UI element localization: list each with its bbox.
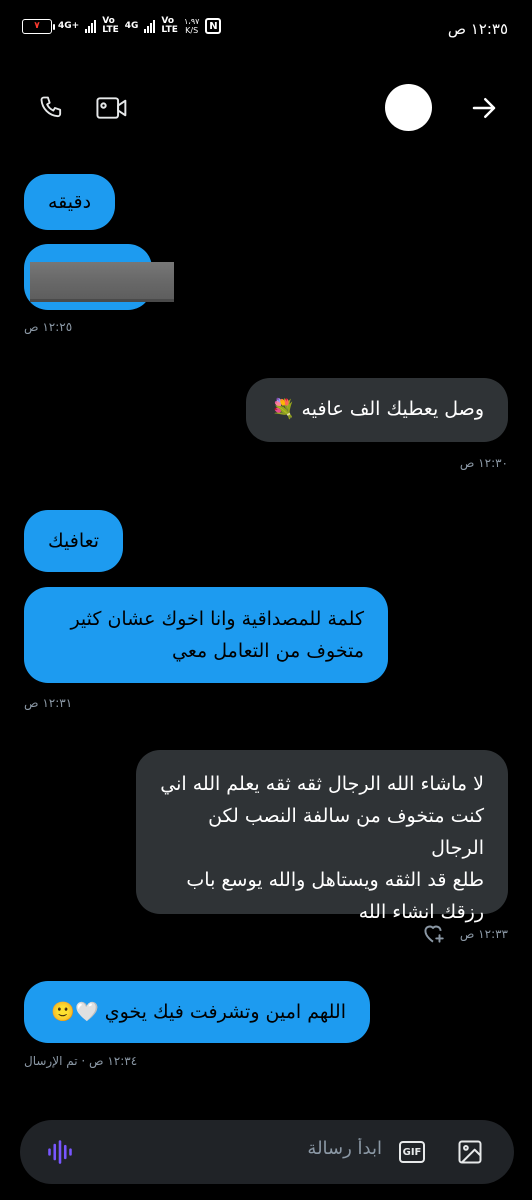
message-timestamp: ١٢:٣٣ ص bbox=[459, 927, 508, 941]
add-reaction-icon[interactable] bbox=[420, 920, 446, 946]
network-4g-plus-indicator: 4G+ bbox=[58, 20, 80, 31]
battery-level: ٧ bbox=[34, 21, 40, 31]
contact-avatar[interactable] bbox=[385, 84, 432, 131]
message-composer: GIF bbox=[20, 1120, 514, 1184]
message-timestamp: ١٢:٣٠ ص bbox=[459, 456, 508, 470]
message-text-line: كلمة للمصداقية وانا اخوك عشان كثير bbox=[70, 608, 364, 630]
network-4g-indicator: 4G bbox=[124, 20, 139, 31]
message-status: ١٢:٣٤ ص · تم الإرسال bbox=[24, 1054, 138, 1068]
volte-indicator-2: Vo LTE bbox=[161, 16, 178, 35]
message-text-line: متخوف من التعامل معي bbox=[172, 640, 364, 662]
status-bar: ٧ 4G+ Vo LTE 4G Vo LTE ١،٩٧ K/S N ١٢:٣٥ … bbox=[0, 0, 532, 58]
message-text-line: طلع قد الثقه ويستاهل والله يوسع باب bbox=[186, 869, 484, 891]
voice-wave-icon[interactable] bbox=[44, 1136, 76, 1168]
message-bubble-received[interactable]: اللهم امين وتشرفت فيك يخوي 🤍🙂 bbox=[24, 981, 370, 1043]
signal-bars-icon bbox=[85, 19, 97, 33]
status-icons: ٧ 4G+ Vo LTE 4G Vo LTE ١،٩٧ K/S N bbox=[22, 16, 222, 35]
network-speed: ١،٩٧ K/S bbox=[183, 17, 200, 35]
redacted-content bbox=[30, 262, 174, 302]
volte-indicator-1: Vo LTE bbox=[102, 16, 119, 35]
image-icon[interactable] bbox=[454, 1136, 486, 1168]
message-timestamp: ١٢:٣١ ص bbox=[24, 696, 73, 710]
phone-icon[interactable] bbox=[30, 86, 74, 130]
message-bubble-sent[interactable]: وصل يعطيك الف عافيه 💐 bbox=[246, 378, 508, 442]
arrow-right-icon[interactable] bbox=[462, 86, 506, 130]
message-bubble-sent[interactable]: لا ماشاء الله الرجال ثقه ثقه يعلم الله ا… bbox=[136, 750, 508, 923]
status-time: ١٢:٣٥ ص bbox=[447, 20, 508, 38]
gif-icon[interactable]: GIF bbox=[396, 1136, 428, 1168]
message-text: دقيقه bbox=[48, 191, 92, 213]
video-camera-icon[interactable] bbox=[90, 86, 134, 130]
message-text: وصل يعطيك الف عافيه 💐 bbox=[271, 398, 484, 420]
message-bubble-received[interactable]: كلمة للمصداقية وانا اخوك عشان كثير متخوف… bbox=[24, 587, 388, 683]
conversation-header bbox=[0, 62, 532, 152]
message-text: تعافيك bbox=[48, 530, 100, 552]
battery-icon: ٧ bbox=[22, 18, 55, 34]
message-bubble-received[interactable]: دقيقه bbox=[24, 174, 116, 230]
nfc-icon: N bbox=[205, 18, 222, 34]
message-text: اللهم امين وتشرفت فيك يخوي 🤍🙂 bbox=[51, 1001, 346, 1023]
message-bubble-received[interactable]: تعافيك bbox=[24, 510, 124, 572]
message-timestamp: ١٢:٢٥ ص bbox=[24, 320, 73, 334]
message-input[interactable] bbox=[182, 1138, 382, 1159]
gif-label: GIF bbox=[399, 1141, 425, 1163]
signal-bars-icon bbox=[144, 19, 156, 33]
message-text-line: لا ماشاء الله الرجال ثقه ثقه يعلم الله ا… bbox=[160, 773, 484, 795]
message-text-line: كنت متخوف من سالفة النصب لكن الرجال bbox=[208, 805, 484, 859]
